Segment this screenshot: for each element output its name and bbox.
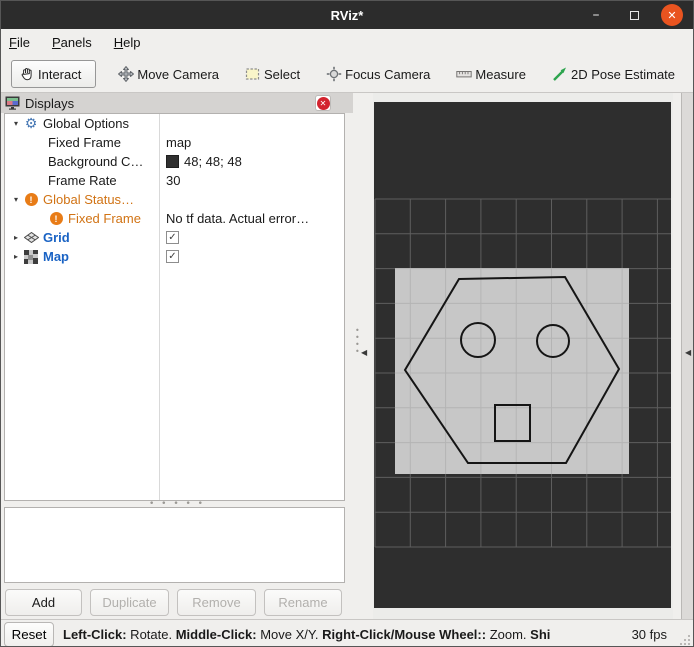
displays-panel-title: Displays (25, 95, 75, 111)
row-frame-rate[interactable]: Frame Rate 30 (5, 171, 344, 190)
render-view-3d[interactable] (374, 102, 671, 608)
tool-measure-label: Measure (475, 66, 526, 82)
color-swatch[interactable] (166, 155, 179, 168)
row-frame-rate-label: Frame Rate (48, 173, 117, 188)
row-fixed-frame[interactable]: Fixed Frame map (5, 133, 344, 152)
fps-counter: 30 fps (631, 626, 667, 642)
menu-panels[interactable]: Panels (52, 35, 92, 50)
viewport-area (373, 93, 673, 619)
tool-focus-camera-label: Focus Camera (345, 66, 431, 82)
menu-file[interactable]: File (9, 35, 30, 50)
tool-focus-camera[interactable]: Focus Camera (318, 62, 438, 86)
tool-select[interactable]: Select (237, 62, 308, 86)
expander-closed-icon[interactable]: ▸ (9, 252, 23, 261)
tool-interact-label: Interact (38, 66, 82, 82)
displays-panel: Displays ✕ ▾ ⚙ Global Options Fixed Fram… (1, 93, 353, 619)
description-box (4, 507, 345, 583)
grid-enabled-checkbox[interactable]: ✓ (166, 231, 179, 244)
maximize-icon (629, 10, 639, 20)
duplicate-button: Duplicate (90, 589, 169, 616)
displays-panel-header: Displays ✕ (1, 93, 353, 113)
row-global-options[interactable]: ▾ ⚙ Global Options (5, 114, 344, 133)
panel-splitter-handle[interactable]: • • • • • (1, 500, 353, 509)
move-arrows-icon (118, 66, 135, 82)
fixed-frame-value[interactable]: map (166, 135, 191, 150)
map-enabled-checkbox[interactable]: ✓ (166, 250, 179, 263)
hand-icon (19, 66, 35, 82)
maximize-button[interactable] (623, 4, 645, 26)
displays-tree: ▾ ⚙ Global Options Fixed Frame map Backg… (4, 113, 345, 501)
map-icon (23, 249, 39, 265)
gear-icon: ⚙ (24, 115, 38, 132)
row-map-label: Map (43, 249, 69, 264)
warning-icon: ! (23, 192, 39, 208)
row-background-color[interactable]: Background C… 48; 48; 48 (5, 152, 344, 171)
right-collapsed-panel: ◀ (681, 93, 693, 619)
right-panel-strip: ◀ (673, 93, 693, 619)
select-box-icon (245, 66, 261, 82)
warning-icon: ! (48, 211, 64, 227)
resize-grip[interactable] (679, 634, 691, 646)
rviz-window: RViz* – ✕ File Panels Help Interact Move… (0, 0, 694, 647)
green-arrow-icon (552, 66, 568, 82)
tool-interact[interactable]: Interact (11, 60, 97, 88)
collapse-right-icon[interactable]: ◀ (685, 348, 691, 357)
statusbar: Reset Left-Click: Rotate. Middle-Click: … (1, 619, 693, 646)
reset-button[interactable]: Reset (4, 621, 54, 646)
window-controls: – ✕ (585, 1, 683, 29)
expander-open-icon[interactable]: ▾ (9, 195, 23, 204)
tool-2d-pose-estimate[interactable]: 2D Pose Estimate (544, 62, 683, 86)
displays-monitor-icon (5, 96, 20, 110)
panel-close-button[interactable]: ✕ (315, 95, 331, 111)
row-fixed-frame-label: Fixed Frame (48, 135, 121, 150)
row-fixed-frame-status[interactable]: ! Fixed Frame No tf data. Actual error… (5, 209, 344, 228)
crosshair-icon (326, 66, 342, 82)
main-area: Displays ✕ ▾ ⚙ Global Options Fixed Fram… (1, 93, 693, 619)
tool-2d-pose-estimate-label: 2D Pose Estimate (570, 66, 676, 82)
mouse-help-text: Left-Click: Rotate. Middle-Click: Move X… (63, 626, 551, 642)
add-button[interactable]: Add (5, 589, 82, 616)
panel-close-icon: ✕ (316, 96, 330, 110)
row-global-status[interactable]: ▾ ! Global Status… (5, 190, 344, 209)
row-grid-label: Grid (43, 230, 70, 245)
tool-move-camera[interactable]: Move Camera (110, 62, 227, 86)
row-fixed-frame-status-label: Fixed Frame (68, 211, 141, 226)
tf-error-value: No tf data. Actual error… (166, 211, 310, 226)
minimize-button[interactable]: – (585, 4, 607, 26)
tool-move-camera-label: Move Camera (137, 66, 219, 82)
expander-open-icon[interactable]: ▾ (9, 119, 23, 128)
rename-button: Rename (264, 589, 342, 616)
menu-help[interactable]: Help (114, 35, 141, 50)
tree-column-divider[interactable] (159, 114, 160, 500)
row-global-status-label: Global Status… (43, 192, 135, 207)
menubar: File Panels Help (1, 29, 693, 56)
row-grid[interactable]: ▸ Grid ✓ (5, 228, 344, 247)
row-map[interactable]: ▸ Map ✓ (5, 247, 344, 266)
left-splitter[interactable]: • • • • ◀ (353, 93, 373, 619)
displays-buttons: Add Duplicate Remove Rename (5, 589, 342, 616)
row-global-options-label: Global Options (43, 116, 129, 131)
grid-icon (23, 230, 39, 246)
splitter-dots-icon: • • • • (355, 326, 360, 356)
background-color-value[interactable]: 48; 48; 48 (184, 154, 242, 169)
tool-measure[interactable]: Measure (448, 62, 534, 86)
titlebar[interactable]: RViz* – ✕ (1, 1, 693, 29)
row-background-color-label: Background C… (48, 154, 144, 169)
close-button[interactable]: ✕ (661, 4, 683, 26)
ruler-icon (456, 66, 473, 82)
remove-button: Remove (177, 589, 256, 616)
toolbar: Interact Move Camera Select Focus Camera… (1, 56, 693, 93)
expander-closed-icon[interactable]: ▸ (9, 233, 23, 242)
frame-rate-value[interactable]: 30 (166, 173, 180, 188)
tool-select-label: Select (264, 66, 301, 82)
collapse-left-icon[interactable]: ◀ (361, 348, 367, 357)
